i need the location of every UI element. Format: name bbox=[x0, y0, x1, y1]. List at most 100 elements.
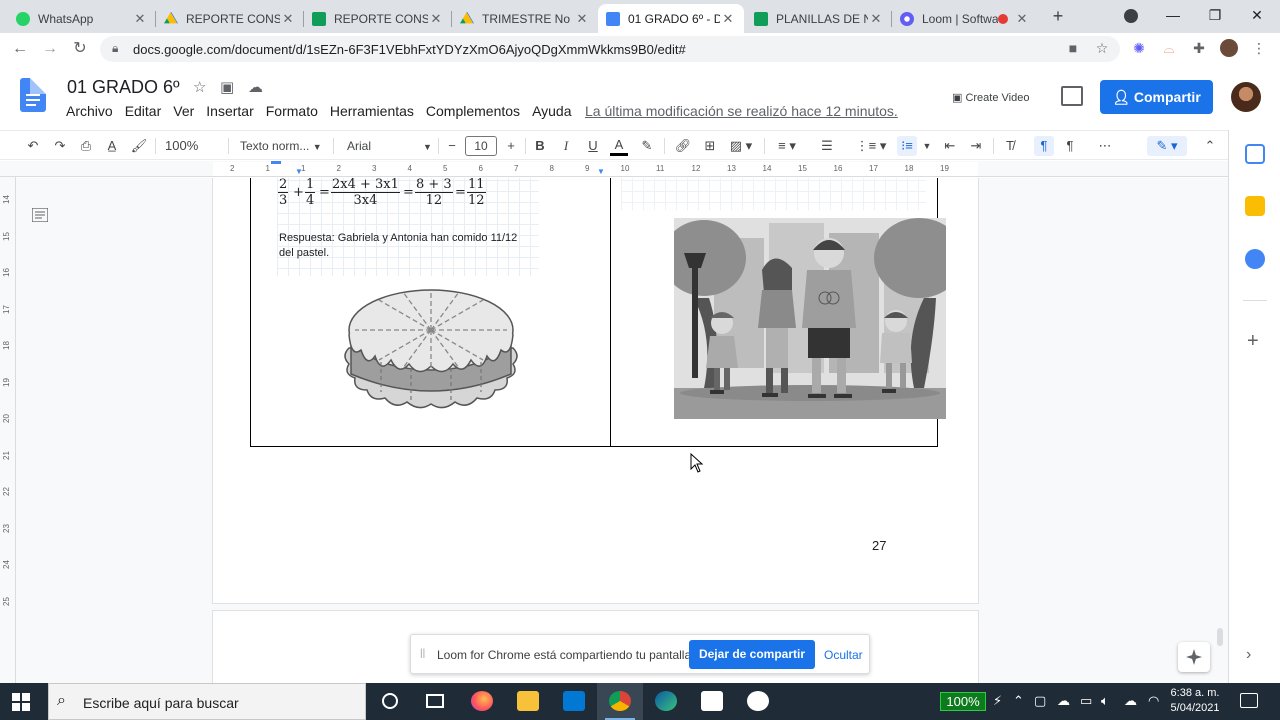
calendar-icon[interactable] bbox=[1245, 144, 1265, 164]
close-icon[interactable]: ✕ bbox=[132, 11, 148, 27]
last-edit-link[interactable]: La última modificación se realizó hace 1… bbox=[585, 103, 898, 119]
volume-icon[interactable]: 🔈︎ bbox=[1101, 693, 1109, 709]
collapse-menu-chevron-up-icon[interactable]: ⌃ bbox=[1201, 136, 1219, 156]
new-tab-button[interactable]: + bbox=[1046, 6, 1070, 28]
family-skating-illustration[interactable] bbox=[674, 218, 946, 419]
menu-ver[interactable]: Ver bbox=[173, 103, 194, 119]
first-line-indent-marker[interactable] bbox=[271, 161, 281, 164]
share-button[interactable]: 👤︎ Compartir bbox=[1100, 80, 1213, 114]
menu-archivo[interactable]: Archivo bbox=[66, 103, 113, 119]
tray-app-icon[interactable]: ▢ bbox=[1034, 693, 1046, 709]
redo-icon[interactable]: ↷ bbox=[51, 136, 69, 156]
windows-start-icon[interactable] bbox=[12, 693, 30, 711]
file-explorer-icon[interactable] bbox=[505, 683, 551, 720]
numbered-list-icon[interactable]: ⋮≡ ▾ bbox=[853, 136, 889, 156]
extension-icon[interactable]: ⌓ bbox=[1160, 39, 1178, 57]
underline-icon[interactable]: U bbox=[584, 136, 602, 156]
close-icon[interactable]: ✕ bbox=[868, 11, 884, 27]
omnibox[interactable]: 🔒︎ docs.google.com/document/d/1sEZn-6F3F… bbox=[100, 36, 1120, 62]
menu-editar[interactable]: Editar bbox=[125, 103, 162, 119]
maximize-icon[interactable]: ❐ bbox=[1192, 0, 1238, 30]
back-icon[interactable]: ← bbox=[8, 38, 32, 60]
highlight-color-icon[interactable]: ✎ bbox=[638, 136, 656, 156]
star-icon[interactable]: ☆ bbox=[193, 78, 206, 96]
clear-formatting-icon[interactable]: T̸ bbox=[1001, 136, 1019, 156]
window-close-icon[interactable]: ✕ bbox=[1234, 0, 1280, 30]
comments-icon[interactable] bbox=[1061, 86, 1083, 106]
spellcheck-icon[interactable]: A̲ bbox=[103, 136, 121, 156]
loom-extension-icon[interactable]: ✺ bbox=[1130, 39, 1148, 57]
profile-avatar[interactable] bbox=[1220, 39, 1238, 57]
document-outline-icon[interactable] bbox=[32, 208, 48, 222]
taskbar-search-box[interactable]: ⌕ Escribe aquí para buscar bbox=[48, 683, 366, 720]
firefox-icon[interactable] bbox=[459, 683, 505, 720]
account-avatar[interactable] bbox=[1231, 82, 1261, 112]
camera-icon[interactable]: ■ bbox=[1064, 39, 1082, 57]
cortana-icon[interactable] bbox=[367, 683, 413, 720]
menu-complementos[interactable]: Complementos bbox=[426, 103, 520, 119]
forward-icon[interactable]: → bbox=[38, 38, 62, 60]
font-size-increase-button[interactable]: + bbox=[503, 136, 519, 156]
system-clock[interactable]: 6:38 a. m. 5/04/2021 bbox=[1165, 686, 1225, 716]
drag-handle-icon[interactable]: || bbox=[420, 648, 425, 659]
font-size-decrease-button[interactable]: − bbox=[444, 136, 460, 156]
edge-icon[interactable] bbox=[643, 683, 689, 720]
align-icon[interactable]: ≡ ▾ bbox=[773, 136, 801, 156]
cloud-saved-icon[interactable]: ☁ bbox=[248, 78, 263, 96]
tab-reporte-consolidado-sheets[interactable]: REPORTE CONSOLIDADO ✕ bbox=[304, 4, 452, 33]
font-select[interactable]: Arial ▼ bbox=[347, 136, 432, 156]
add-addon-plus-icon[interactable]: + bbox=[1247, 330, 1259, 353]
tab-trimestre[interactable]: TRIMESTRE No 1 ✕ bbox=[452, 4, 598, 33]
mail-icon[interactable] bbox=[551, 683, 597, 720]
tab-grado-6-docs[interactable]: 01 GRADO 6º - Documentos ✕ bbox=[598, 4, 744, 33]
tab-reporte-consolidado-drive[interactable]: REPORTE CONSOLIDADO ✕ bbox=[156, 4, 304, 33]
battery-percentage[interactable]: 100% bbox=[940, 692, 986, 711]
line-spacing-icon[interactable]: ☰ bbox=[817, 136, 837, 156]
extensions-puzzle-icon[interactable]: ✚ bbox=[1190, 39, 1208, 57]
move-folder-icon[interactable]: ▣ bbox=[220, 78, 234, 96]
paragraph-style-select[interactable]: Texto norm... ▼ bbox=[240, 136, 325, 156]
bookmark-star-icon[interactable]: ☆ bbox=[1093, 39, 1111, 57]
document-table[interactable]: 23 + 14 = 2x4 + 3x1 3x4 = 8 + 3 12 = 11 12 … bbox=[250, 178, 946, 447]
tab-search-icon[interactable] bbox=[1124, 9, 1138, 23]
cloud-upload-icon[interactable]: ☁ bbox=[1124, 693, 1137, 709]
more-options-icon[interactable]: ⋯ bbox=[1095, 136, 1115, 156]
store-icon[interactable] bbox=[689, 683, 735, 720]
cake-illustration[interactable] bbox=[341, 278, 521, 413]
hide-link[interactable]: Ocultar bbox=[824, 648, 863, 662]
chevron-down-icon[interactable]: ▼ bbox=[921, 136, 933, 156]
document-canvas[interactable]: 23 + 14 = 2x4 + 3x1 3x4 = 8 + 3 12 = 11 12 … bbox=[16, 178, 1228, 683]
tab-planillas[interactable]: PLANILLAS DE NOTAS ✕ bbox=[746, 4, 892, 33]
insert-comment-icon[interactable]: ⊞ bbox=[701, 136, 719, 156]
decrease-indent-icon[interactable]: ⇤ bbox=[940, 136, 960, 156]
explore-sparkle-icon[interactable] bbox=[1178, 642, 1210, 672]
menu-ayuda[interactable]: Ayuda bbox=[532, 103, 571, 119]
paint-format-icon[interactable]: 🖌︎ bbox=[130, 136, 148, 156]
document-title[interactable]: 01 GRADO 6º bbox=[67, 77, 180, 98]
show-side-panel-chevron-icon[interactable]: › bbox=[1246, 646, 1251, 664]
scrollbar-thumb[interactable] bbox=[1217, 628, 1223, 646]
close-icon[interactable]: ✕ bbox=[720, 11, 736, 27]
font-size-input[interactable]: 10 bbox=[465, 136, 497, 156]
create-video-button[interactable]: ▣ Create Video bbox=[952, 91, 1029, 104]
print-icon[interactable]: ⎙ bbox=[77, 136, 95, 156]
battery-icon[interactable]: ▭ bbox=[1080, 693, 1092, 709]
bold-icon[interactable]: B bbox=[531, 136, 549, 156]
menu-insertar[interactable]: Insertar bbox=[206, 103, 253, 119]
onedrive-icon[interactable]: ☁ bbox=[1057, 693, 1070, 709]
google-docs-logo-icon[interactable] bbox=[20, 78, 46, 112]
snip-sketch-icon[interactable] bbox=[735, 683, 781, 720]
zoom-select[interactable]: 100% ▼ bbox=[165, 136, 220, 172]
stop-sharing-button[interactable]: Dejar de compartir bbox=[689, 640, 815, 669]
insert-image-icon[interactable]: ▨ ▾ bbox=[727, 136, 755, 156]
menu-herramientas[interactable]: Herramientas bbox=[330, 103, 414, 119]
task-view-icon[interactable] bbox=[412, 683, 458, 720]
notification-center-icon[interactable] bbox=[1240, 693, 1258, 708]
reload-icon[interactable]: ↻ bbox=[68, 38, 92, 60]
show-hidden-icons-chevron-icon[interactable]: ⌃ bbox=[1013, 693, 1024, 709]
chrome-menu-icon[interactable]: ⋮ bbox=[1250, 39, 1268, 57]
chrome-taskbar-icon[interactable] bbox=[597, 683, 643, 720]
keep-icon[interactable] bbox=[1245, 196, 1265, 216]
text-color-icon[interactable]: A bbox=[610, 136, 628, 156]
power-plug-icon[interactable]: ⚡︎ bbox=[993, 693, 1002, 709]
